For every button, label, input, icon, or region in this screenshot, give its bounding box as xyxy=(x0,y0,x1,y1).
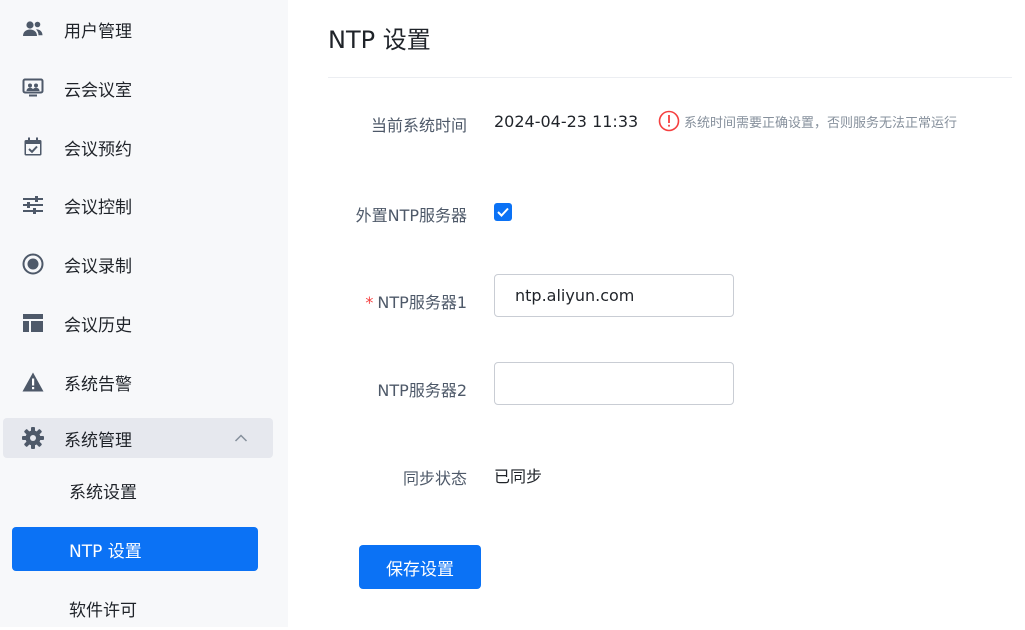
chevron-up-icon xyxy=(233,430,249,446)
sidebar-item-label: 会议录制 xyxy=(64,256,132,277)
sidebar-subitem-label: 系统设置 xyxy=(69,482,137,503)
sync-status-label: 同步状态 xyxy=(402,469,467,488)
sliders-icon xyxy=(21,193,45,217)
sidebar-item-label: 云会议室 xyxy=(64,80,132,101)
warning-circle-icon xyxy=(658,110,680,132)
sidebar-subitem-label: NTP 设置 xyxy=(69,541,142,562)
title-divider xyxy=(328,77,1012,78)
sync-status-value: 已同步 xyxy=(494,467,543,486)
ntp-server-1-input[interactable] xyxy=(494,274,734,317)
gear-icon xyxy=(21,426,45,450)
sidebar-item-label: 会议控制 xyxy=(64,197,132,218)
sidebar-item-system-management[interactable]: 系统管理 xyxy=(3,418,273,458)
time-hint-text: 系统时间需要正确设置，否则服务无法正常运行 xyxy=(684,115,958,131)
required-asterisk: * xyxy=(365,293,374,312)
sidebar-item-label: 会议历史 xyxy=(64,315,132,336)
ntp-server-1-label: * NTP服务器1 xyxy=(288,289,467,313)
sidebar-item-label: 用户管理 xyxy=(64,21,132,42)
sidebar-item-meeting-history[interactable]: 会议历史 xyxy=(0,303,288,343)
history-layout-icon xyxy=(21,311,45,335)
warning-icon xyxy=(21,370,45,394)
current-time-value: 2024-04-23 11:33 xyxy=(494,112,639,131)
record-icon xyxy=(21,252,45,276)
calendar-check-icon xyxy=(21,135,45,159)
sidebar-item-label: 系统告警 xyxy=(64,374,132,395)
external-ntp-checkbox[interactable] xyxy=(494,203,512,221)
sidebar-item-label: 会议预约 xyxy=(64,139,132,160)
checkmark-icon xyxy=(497,207,509,217)
sidebar-subitem-ntp-settings[interactable]: NTP 设置 xyxy=(12,527,258,571)
time-hint: 系统时间需要正确设置，否则服务无法正常运行 xyxy=(658,110,957,132)
sidebar-item-system-alarm[interactable]: 系统告警 xyxy=(0,362,288,402)
sidebar-item-user-management[interactable]: 用户管理 xyxy=(0,9,288,49)
page-title: NTP 设置 xyxy=(328,26,431,54)
ntp-server-1-label-text: NTP服务器1 xyxy=(377,293,467,312)
ntp-server-2-label: NTP服务器2 xyxy=(377,381,467,400)
users-icon xyxy=(21,17,45,41)
sidebar-subitem-system-settings[interactable]: 系统设置 xyxy=(12,468,258,512)
main-content: NTP 设置 当前系统时间 2024-04-23 11:33 系统时间需要正确设… xyxy=(288,0,1025,627)
sidebar: 用户管理 云会议室 会议预约 会议控制 会议录制 会议历史 系统告警 系统管理 … xyxy=(0,0,288,627)
external-ntp-label: 外置NTP服务器 xyxy=(355,206,467,225)
meeting-room-icon xyxy=(21,76,45,100)
sidebar-item-meeting-control[interactable]: 会议控制 xyxy=(0,185,288,225)
sidebar-subitem-label: 软件许可 xyxy=(69,600,137,621)
current-time-label: 当前系统时间 xyxy=(370,116,467,135)
sidebar-item-meeting-recording[interactable]: 会议录制 xyxy=(0,244,288,284)
ntp-server-2-input[interactable] xyxy=(494,362,734,405)
sidebar-item-label: 系统管理 xyxy=(64,430,132,451)
save-settings-button[interactable]: 保存设置 xyxy=(359,545,481,589)
sidebar-item-cloud-meeting-room[interactable]: 云会议室 xyxy=(0,68,288,108)
sidebar-item-meeting-booking[interactable]: 会议预约 xyxy=(0,127,288,167)
sidebar-subitem-software-license[interactable]: 软件许可 xyxy=(12,586,258,630)
